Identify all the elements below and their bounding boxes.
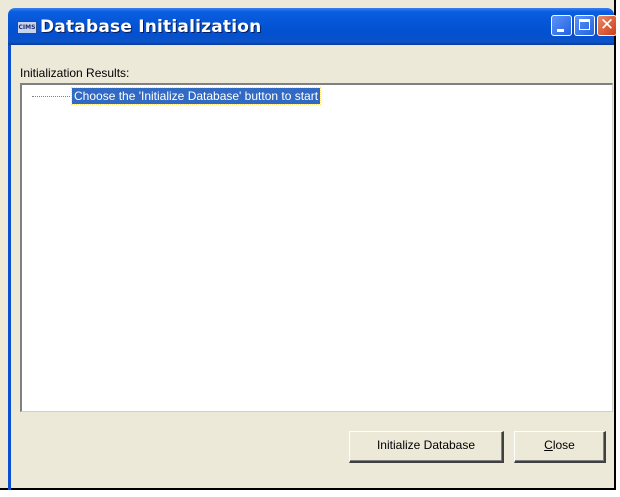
minimize-icon [557,29,564,32]
window-frame-left [8,45,11,490]
maximize-icon [579,19,590,30]
tree-item-instruction[interactable]: Choose the 'Initialize Database' button … [70,87,322,105]
minimize-button[interactable] [551,15,572,36]
title-bar[interactable]: CIMS Database Initialization ✕ [8,8,617,45]
initialization-results-tree[interactable]: Choose the 'Initialize Database' button … [20,83,613,412]
maximize-button[interactable] [574,15,595,36]
close-button[interactable]: Close [514,431,606,463]
initialization-results-label: Initialization Results: [20,66,130,80]
close-icon: ✕ [599,15,615,35]
window-title: Database Initialization [40,17,262,37]
initialize-database-button[interactable]: Initialize Database [349,431,504,463]
database-initialization-window: CIMS Database Initialization ✕ Initializ… [0,0,617,490]
initialize-database-label: Initialize Database [376,438,476,452]
app-icon: CIMS [17,21,37,34]
close-mnemonic: C [544,438,553,452]
close-window-button[interactable]: ✕ [597,15,617,36]
close-label-rest: lose [552,438,575,452]
tree-connector-line [32,96,72,97]
